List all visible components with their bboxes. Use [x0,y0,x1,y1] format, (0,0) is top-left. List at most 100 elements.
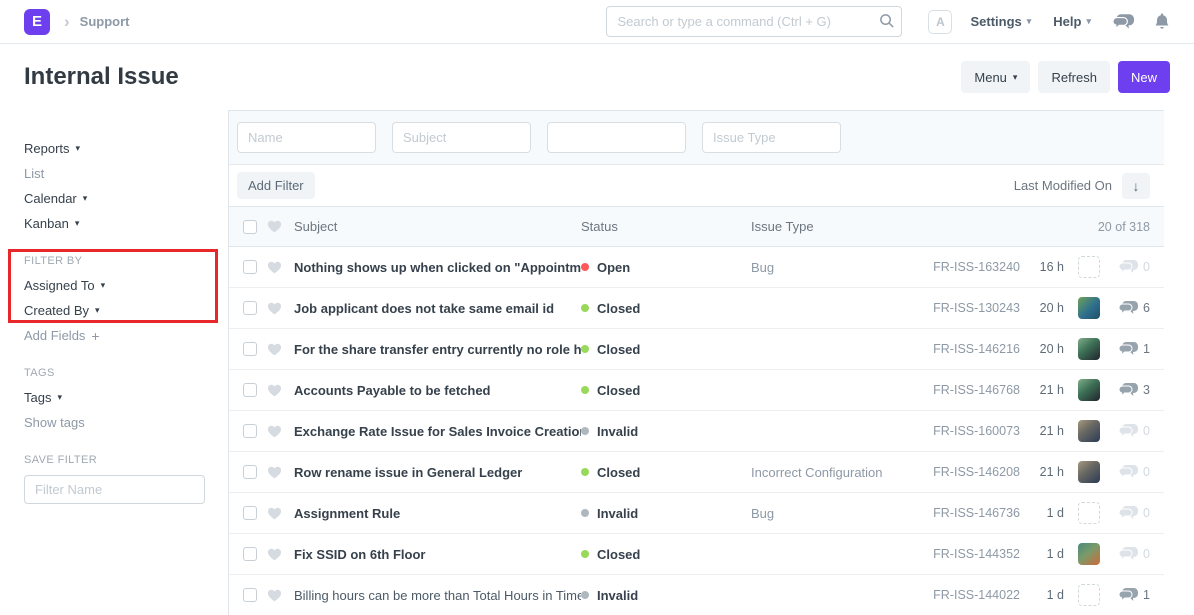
issue-subject[interactable]: Exchange Rate Issue for Sales Invoice Cr… [294,424,581,439]
chevron-down-icon: ▾ [101,280,106,291]
column-header-status: Status [581,219,751,234]
add-fields-button[interactable]: Add Fields + [24,323,228,348]
row-checkbox[interactable] [243,383,257,397]
like-heart-icon[interactable] [267,507,282,520]
comment-bubbles-icon [1119,465,1138,479]
chevron-down-icon: ▾ [1086,16,1091,27]
breadcrumb[interactable]: Support [80,14,130,29]
last-modified-time: 21 h [1020,465,1064,479]
assignee-avatar[interactable] [1078,461,1100,483]
save-filter-heading: SAVE FILTER [24,452,228,467]
status-badge: Closed [581,342,751,357]
table-row[interactable]: For the share transfer entry currently n… [229,329,1164,370]
last-modified-time: 16 h [1020,260,1064,274]
table-row[interactable]: Assignment RuleInvalidBugFR-ISS-1467361 … [229,493,1164,534]
user-avatar[interactable]: A [928,10,952,34]
assignee-avatar[interactable] [1078,420,1100,442]
comment-count: 0 [1100,506,1150,520]
row-checkbox[interactable] [243,547,257,561]
issue-type: Bug [751,260,908,275]
new-button[interactable]: New [1118,61,1170,93]
table-row[interactable]: Accounts Payable to be fetchedClosedFR-I… [229,370,1164,411]
sort-selector[interactable]: Last Modified On [1014,178,1112,193]
status-label: Closed [597,301,640,316]
like-heart-icon[interactable] [267,466,282,479]
add-filter-button[interactable]: Add Filter [237,172,315,199]
comment-count-value: 0 [1143,260,1150,274]
row-checkbox[interactable] [243,506,257,520]
like-heart-icon[interactable] [267,589,282,602]
assignee-avatar[interactable] [1078,543,1100,565]
sidebar-item-calendar[interactable]: Calendar ▾ [24,186,228,211]
select-all-checkbox[interactable] [243,220,257,234]
like-filter-icon[interactable] [267,220,282,233]
issue-subject[interactable]: For the share transfer entry currently n… [294,342,581,357]
table-row[interactable]: Fix SSID on 6th FloorClosedFR-ISS-144352… [229,534,1164,575]
table-row[interactable]: Nothing shows up when clicked on "Appoin… [229,247,1164,288]
like-heart-icon[interactable] [267,261,282,274]
sort-direction-button[interactable]: ↓ [1122,173,1150,199]
issue-id: FR-ISS-146216 [908,342,1020,356]
like-heart-icon[interactable] [267,384,282,397]
notifications-bell-icon[interactable] [1154,13,1170,30]
assignee-avatar-empty[interactable] [1078,502,1100,524]
table-row[interactable]: Job applicant does not take same email i… [229,288,1164,329]
table-row[interactable]: Exchange Rate Issue for Sales Invoice Cr… [229,411,1164,452]
sidebar-item-reports[interactable]: Reports ▾ [24,136,228,161]
comment-bubbles-icon [1119,342,1138,356]
list-label: List [24,166,44,181]
refresh-button-label: Refresh [1051,70,1097,85]
issue-id: FR-ISS-144022 [908,588,1020,602]
filter-assigned-to[interactable]: Assigned To ▾ [24,273,228,298]
chat-icon[interactable] [1113,14,1134,30]
issue-subject[interactable]: Fix SSID on 6th Floor [294,547,581,562]
settings-menu[interactable]: Settings ▾ [970,14,1031,29]
menu-button[interactable]: Menu ▾ [961,61,1030,93]
app-logo[interactable]: E [24,9,50,35]
row-checkbox[interactable] [243,301,257,315]
like-heart-icon[interactable] [267,343,282,356]
status-dot-icon [581,468,589,476]
column-header-issue-type: Issue Type [751,219,890,234]
table-row[interactable]: Row rename issue in General LedgerClosed… [229,452,1164,493]
last-modified-time: 21 h [1020,424,1064,438]
row-checkbox[interactable] [243,465,257,479]
like-heart-icon[interactable] [267,425,282,438]
issue-subject[interactable]: Billing hours can be more than Total Hou… [294,588,581,603]
filter-name-input[interactable] [24,475,205,504]
comment-bubbles-icon [1119,301,1138,315]
assignee-avatar[interactable] [1078,297,1100,319]
like-heart-icon[interactable] [267,302,282,315]
help-menu[interactable]: Help ▾ [1053,14,1091,29]
issue-subject[interactable]: Row rename issue in General Ledger [294,465,581,480]
issue-subject[interactable]: Nothing shows up when clicked on "Appoin… [294,260,581,275]
issue-subject[interactable]: Job applicant does not take same email i… [294,301,581,316]
menu-button-label: Menu [974,70,1007,85]
row-checkbox[interactable] [243,588,257,602]
refresh-button[interactable]: Refresh [1038,61,1110,93]
assignee-avatar-empty[interactable] [1078,584,1100,606]
filter-created-by[interactable]: Created By ▾ [24,298,228,323]
filter-input-name[interactable] [237,122,376,153]
status-label: Invalid [597,588,638,603]
list-sidebar: Reports ▾ List Calendar ▾ Kanban ▾ FILTE… [0,110,228,615]
sidebar-item-kanban[interactable]: Kanban ▾ [24,211,228,236]
row-checkbox[interactable] [243,260,257,274]
table-row[interactable]: Billing hours can be more than Total Hou… [229,575,1164,615]
row-checkbox[interactable] [243,424,257,438]
filter-input-issue-type[interactable] [702,122,841,153]
issue-subject[interactable]: Accounts Payable to be fetched [294,383,581,398]
issue-list: Add Filter Last Modified On ↓ Subject St… [228,110,1164,615]
assignee-avatar[interactable] [1078,379,1100,401]
filter-input-status[interactable] [547,122,686,153]
assignee-avatar[interactable] [1078,338,1100,360]
show-tags-button[interactable]: Show tags [24,410,228,435]
like-heart-icon[interactable] [267,548,282,561]
filter-input-subject[interactable] [392,122,531,153]
row-checkbox[interactable] [243,342,257,356]
tags-dropdown[interactable]: Tags ▾ [24,385,228,410]
assignee-avatar-empty[interactable] [1078,256,1100,278]
sidebar-item-list[interactable]: List [24,161,228,186]
search-input[interactable] [606,6,902,37]
issue-subject[interactable]: Assignment Rule [294,506,581,521]
